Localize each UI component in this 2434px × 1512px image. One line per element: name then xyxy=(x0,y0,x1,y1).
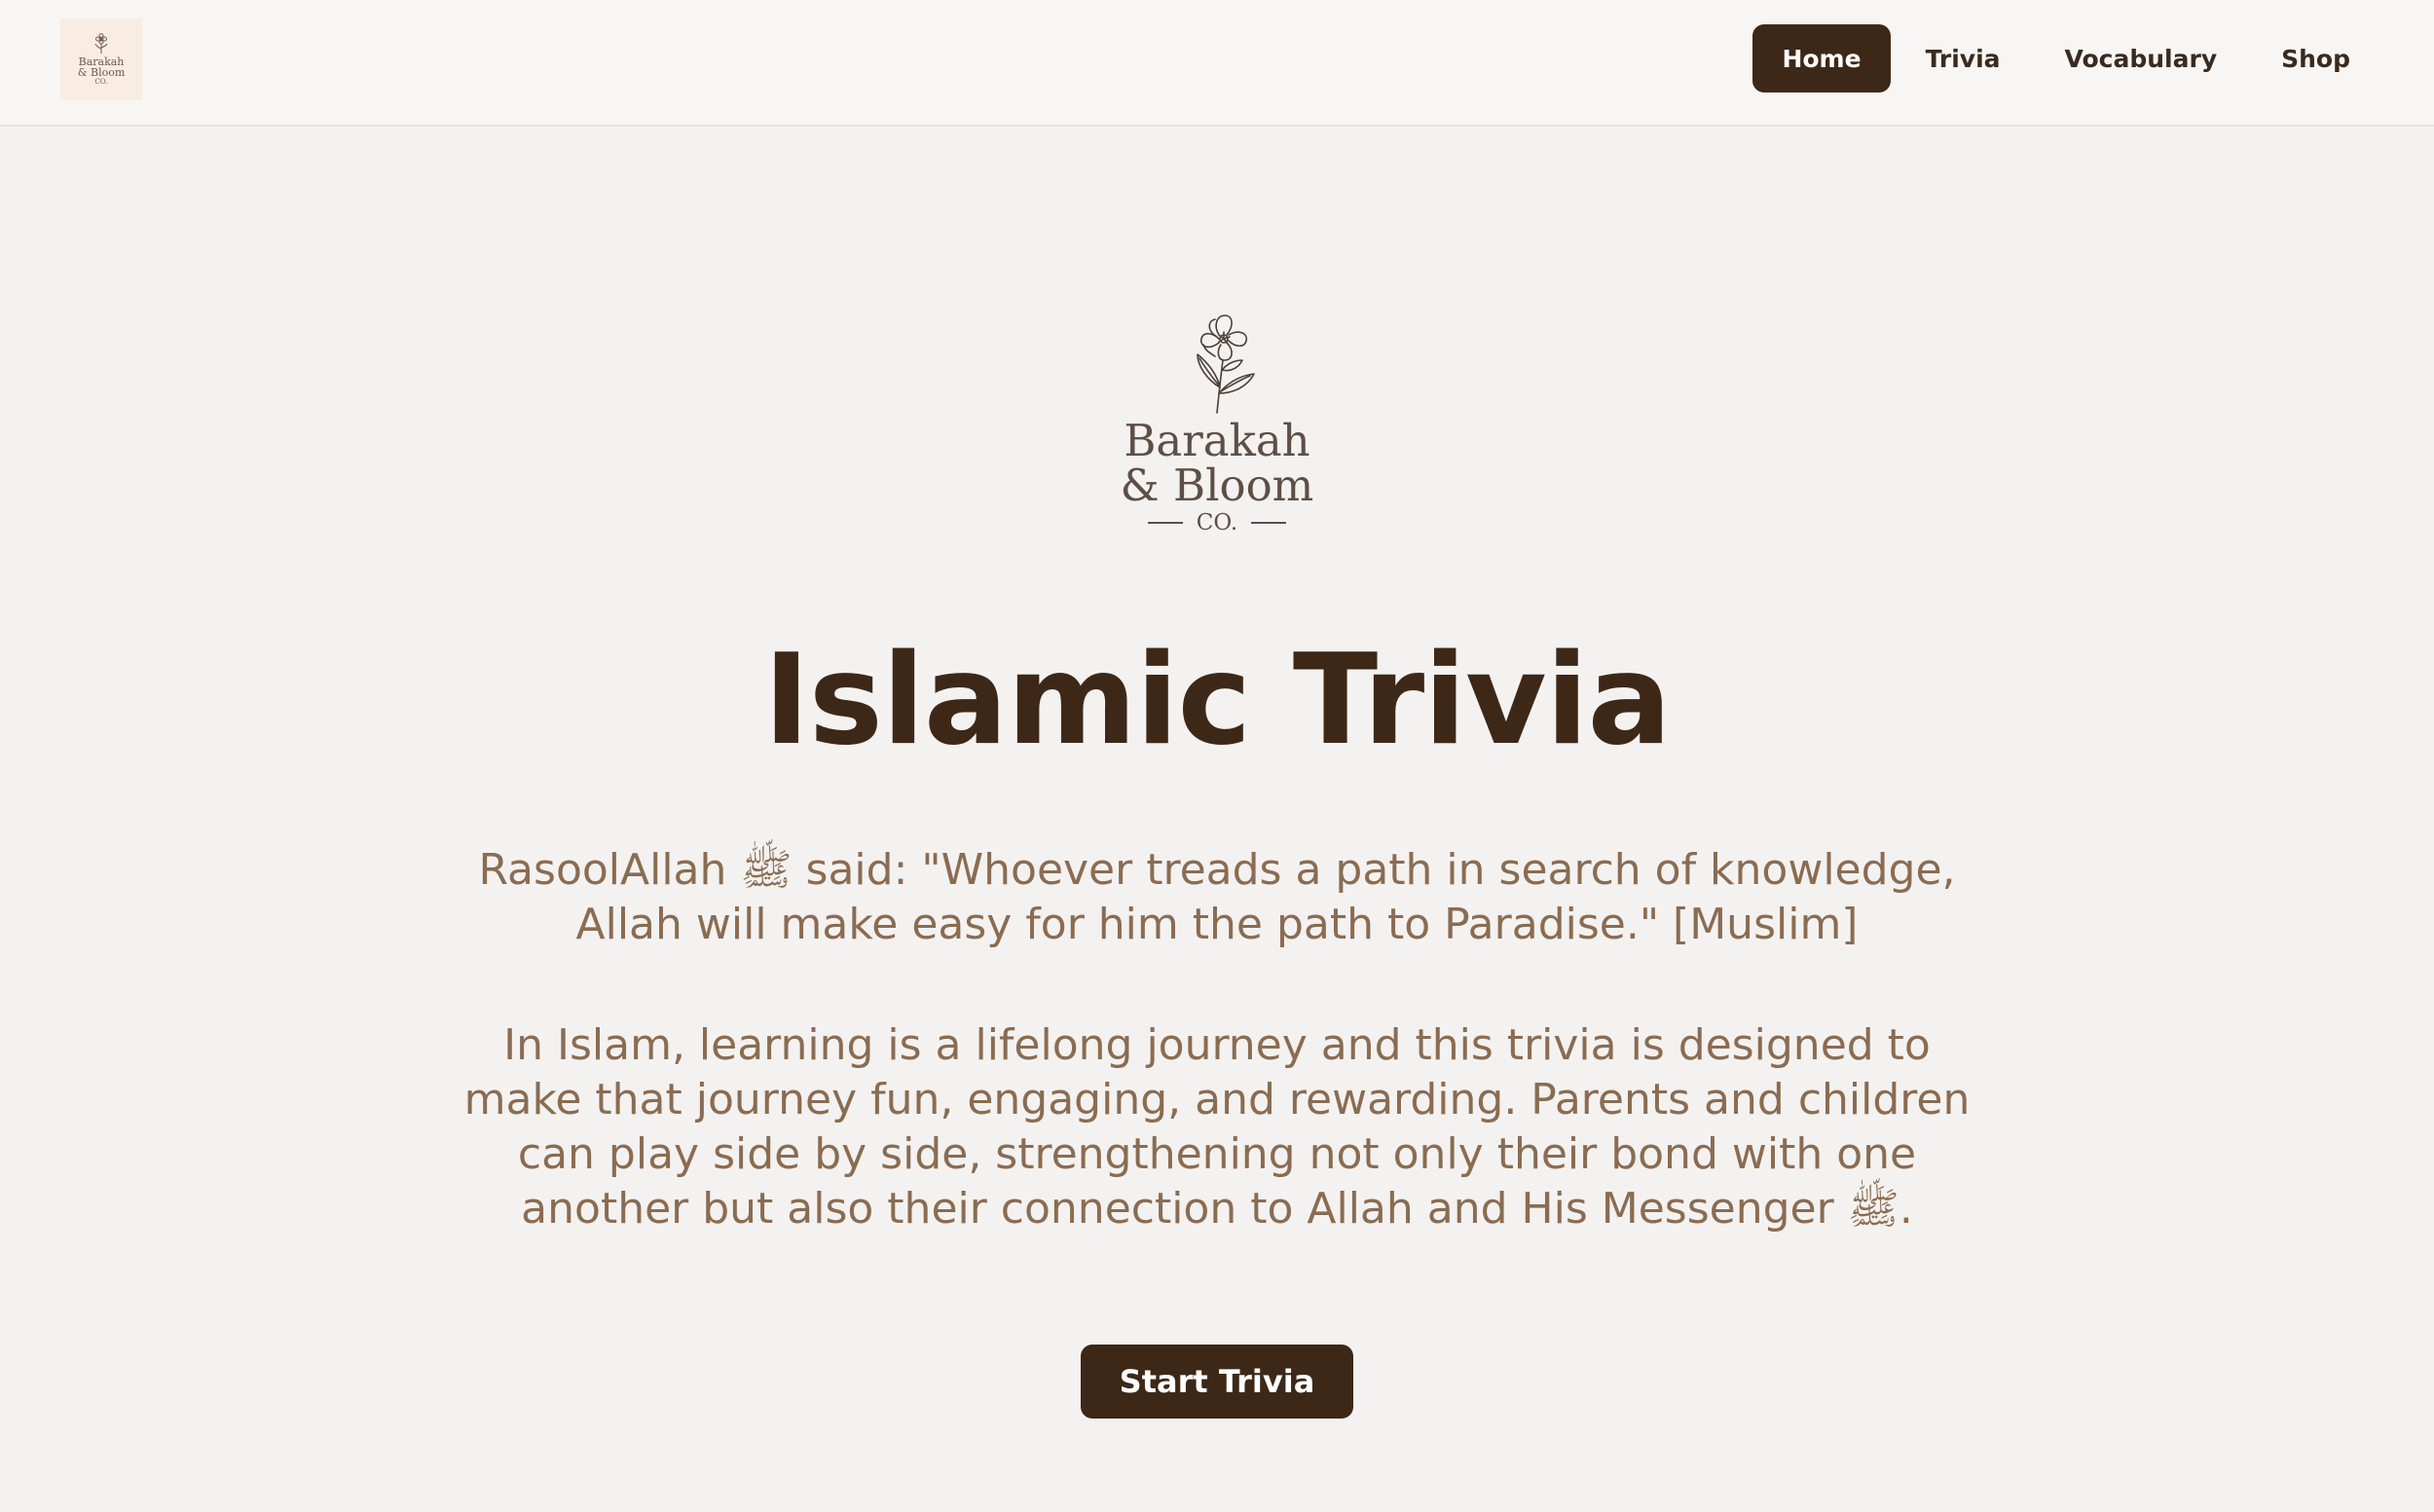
flower-icon xyxy=(1197,314,1255,414)
nav-logo-line3: CO. xyxy=(94,78,108,86)
top-navigation-bar: Barakah & Bloom CO. Home Trivia Vocabula… xyxy=(0,0,2434,127)
flower-icon xyxy=(94,33,108,54)
hero-logo-line3: CO. xyxy=(1196,510,1238,535)
start-trivia-button[interactable]: Start Trivia xyxy=(1081,1345,1353,1419)
intro-description: In Islam, learning is a lifelong journey… xyxy=(463,1020,1971,1234)
nav-item-trivia[interactable]: Trivia xyxy=(1897,24,2030,92)
nav-item-shop[interactable]: Shop xyxy=(2252,24,2379,92)
hero-logo-line2: & Bloom xyxy=(1120,460,1314,511)
nav-logo-line2: & Bloom xyxy=(77,66,126,79)
divider xyxy=(1147,522,1183,524)
hero-logo-line1: Barakah xyxy=(1124,415,1310,466)
divider xyxy=(1251,522,1287,524)
nav-item-vocabulary[interactable]: Vocabulary xyxy=(2036,24,2247,92)
hero-logo-co: CO. xyxy=(1120,510,1314,535)
nav-item-home[interactable]: Home xyxy=(1752,24,1891,92)
hadith-quote: RasoolAllah ﷺ said: "Whoever treads a pa… xyxy=(478,845,1956,949)
nav-logo[interactable]: Barakah & Bloom CO. xyxy=(60,18,142,100)
main-nav: Home Trivia Vocabulary Shop xyxy=(1752,24,2379,92)
hero-logo: Barakah & Bloom CO. xyxy=(1120,312,1314,535)
page-title: Islamic Trivia xyxy=(763,628,1672,773)
